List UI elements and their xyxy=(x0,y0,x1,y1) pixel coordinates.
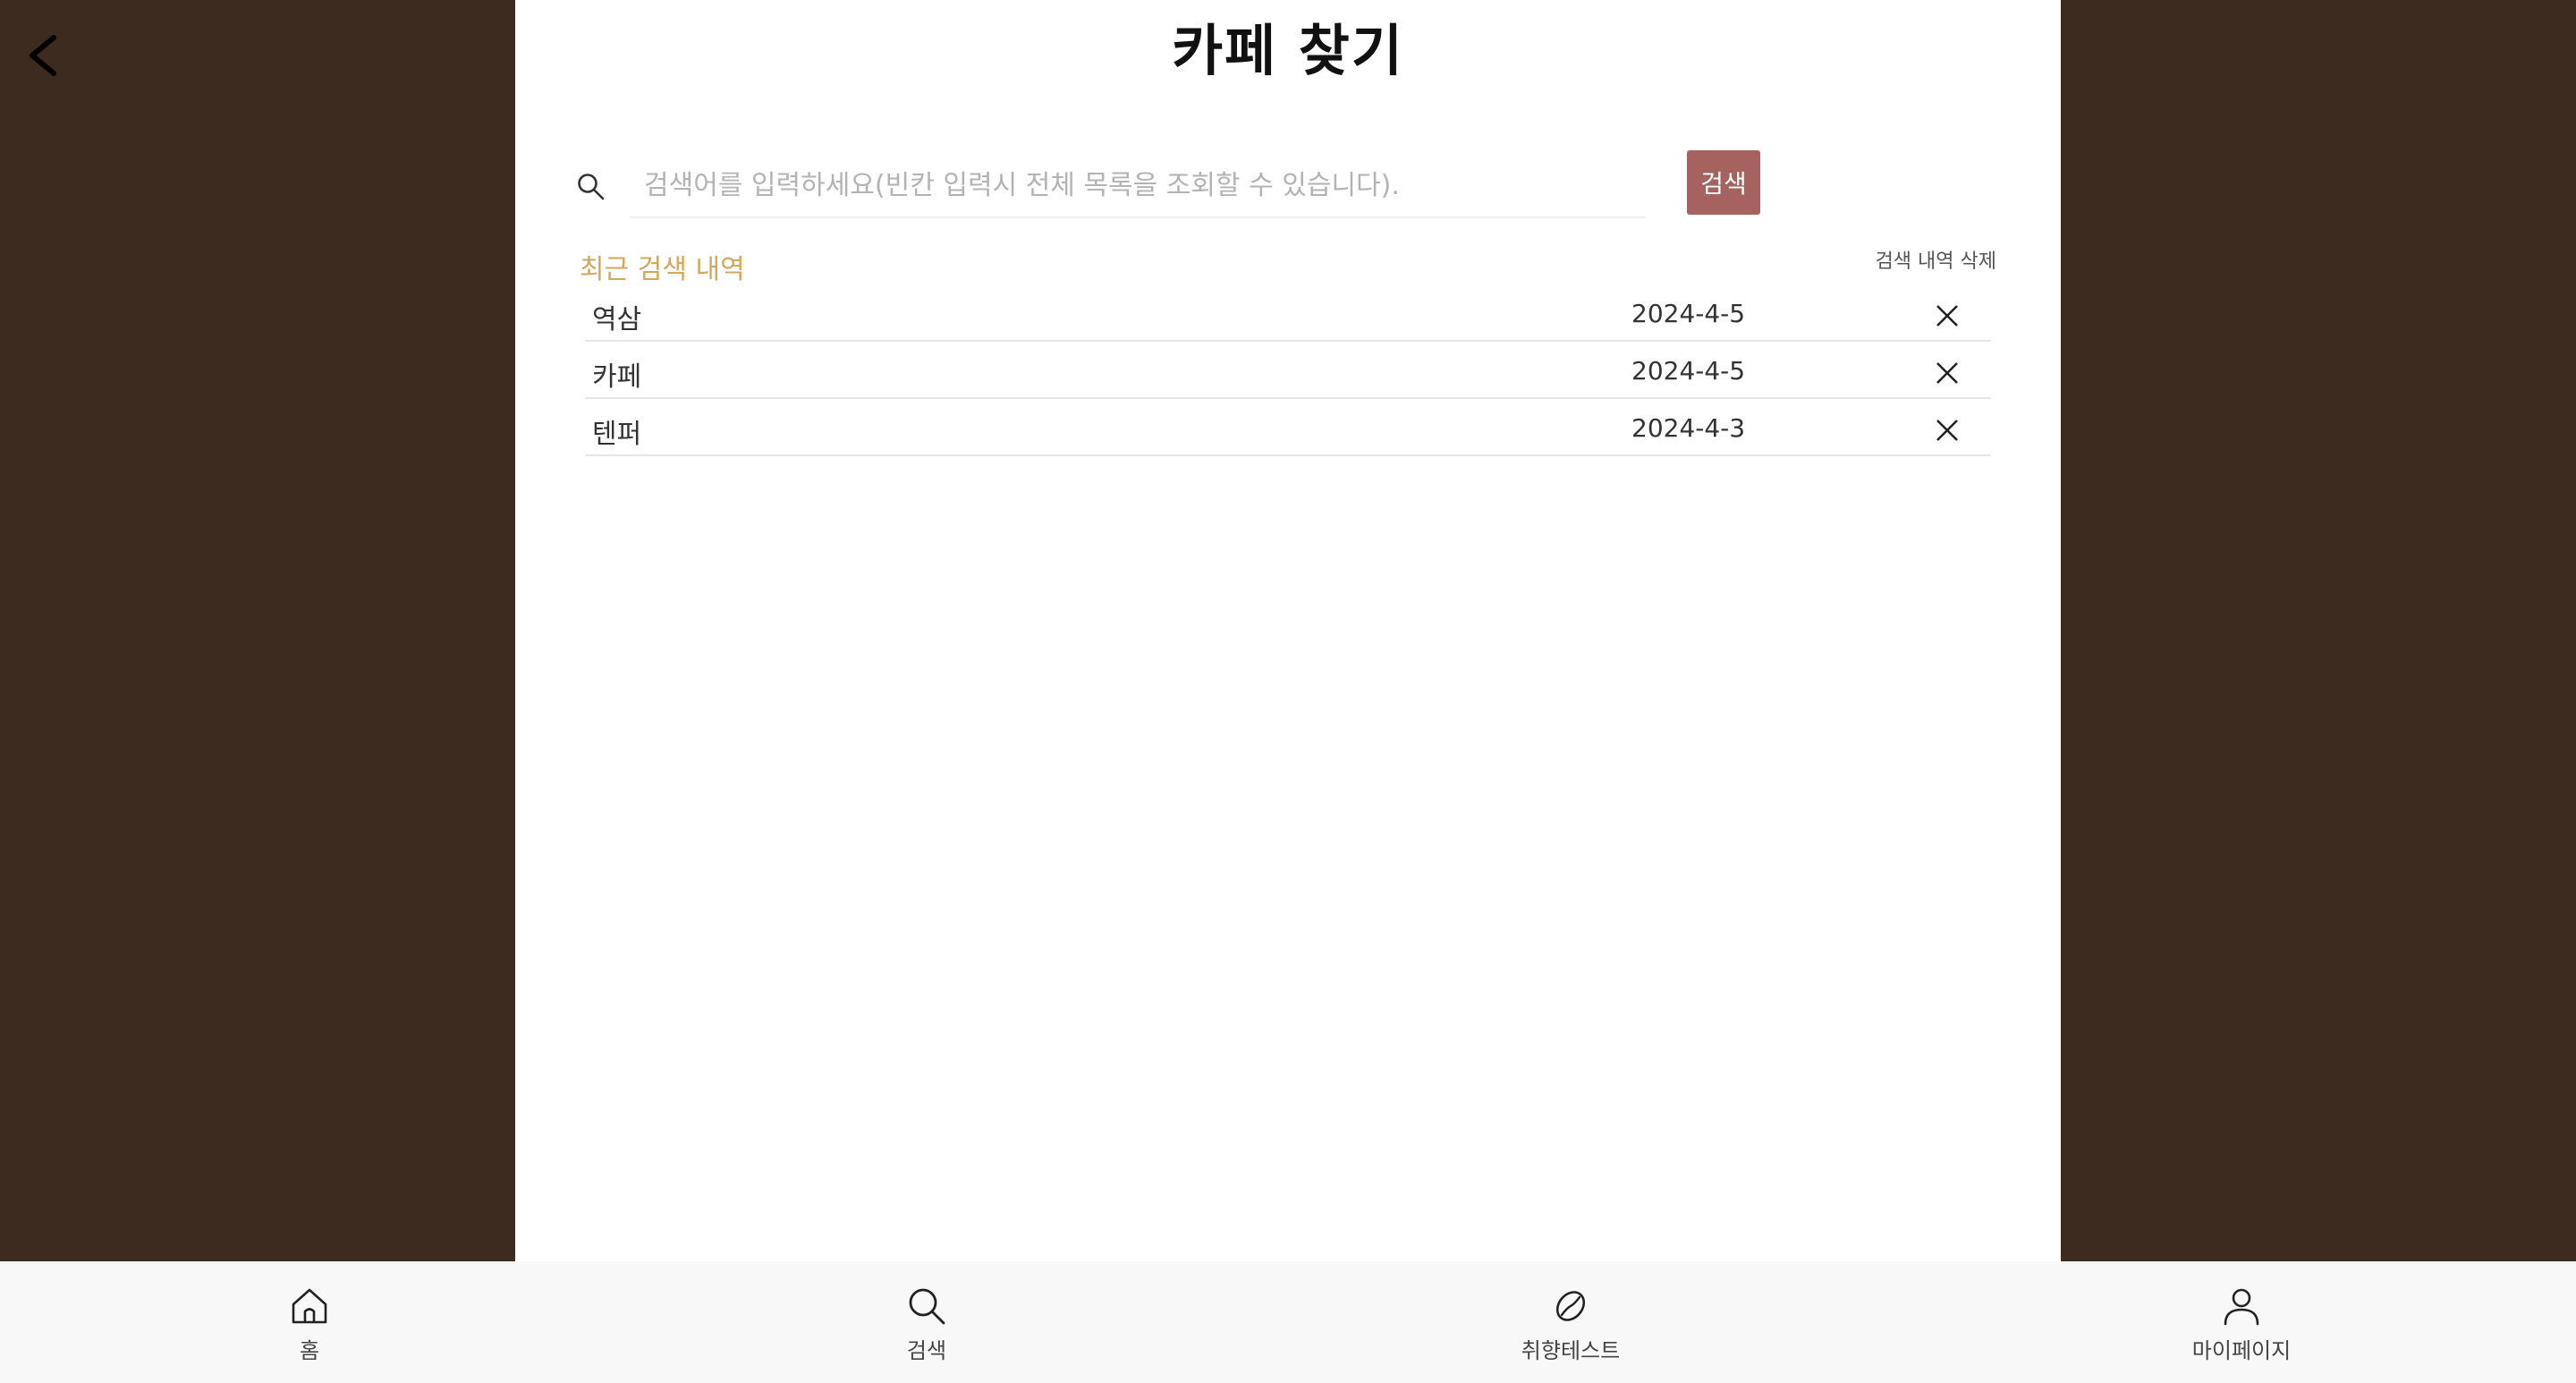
page-title: 카페 찾기 xyxy=(1172,18,1404,83)
delete-item-button[interactable] xyxy=(1936,361,1959,385)
nav-item-search[interactable]: 검색 xyxy=(837,1285,1016,1374)
search-date: 2024-4-5 xyxy=(1631,356,1746,386)
clear-history-button[interactable]: 검색 내역 삭제 xyxy=(1876,245,1996,274)
nav-label: 홈 xyxy=(299,1338,320,1363)
bottom-nav: 홈 검색 취향테스트 마이페이지 xyxy=(0,1261,2576,1383)
search-date: 2024-4-5 xyxy=(1631,299,1746,328)
close-icon xyxy=(1936,305,1958,327)
nav-item-taste-test[interactable]: 취향테스트 xyxy=(1481,1285,1660,1374)
nav-item-my-page[interactable]: 마이페이지 xyxy=(2152,1285,2331,1374)
search-date: 2024-4-3 xyxy=(1631,413,1746,443)
search-term[interactable]: 카페 xyxy=(592,354,641,394)
recent-searches-title: 최근 검색 내역 xyxy=(580,254,745,285)
search-icon xyxy=(576,172,606,202)
chevron-left-icon xyxy=(30,35,56,76)
search-button[interactable]: 검색 xyxy=(1687,150,1760,215)
delete-item-button[interactable] xyxy=(1936,304,1959,327)
nav-label: 마이페이지 xyxy=(2191,1338,2292,1363)
list-item[interactable]: 역삼 2024-4-5 xyxy=(585,284,1991,342)
close-icon xyxy=(1936,420,1958,441)
home-icon xyxy=(292,1288,327,1324)
search-term[interactable]: 텐퍼 xyxy=(592,412,641,451)
search-icon xyxy=(909,1288,945,1325)
user-icon xyxy=(2224,1288,2259,1326)
list-item[interactable]: 텐퍼 2024-4-3 xyxy=(585,399,1991,456)
search-input[interactable] xyxy=(630,154,1646,218)
delete-item-button[interactable] xyxy=(1936,419,1959,442)
back-button[interactable] xyxy=(20,27,70,84)
search-term[interactable]: 역삼 xyxy=(592,297,641,336)
list-item[interactable]: 카페 2024-4-5 xyxy=(585,342,1991,399)
coffee-bean-icon xyxy=(1555,1291,1586,1321)
nav-label: 검색 xyxy=(906,1338,947,1363)
nav-label: 취향테스트 xyxy=(1521,1338,1621,1363)
main-panel: 카페 찾기 검색 최근 검색 내역 검색 내역 삭제 역삼 2024-4-5 카… xyxy=(515,0,2061,1261)
nav-item-home[interactable]: 홈 xyxy=(220,1285,399,1374)
recent-search-list: 역삼 2024-4-5 카페 2024-4-5 텐퍼 2024-4-3 xyxy=(585,284,1991,456)
close-icon xyxy=(1936,362,1958,384)
